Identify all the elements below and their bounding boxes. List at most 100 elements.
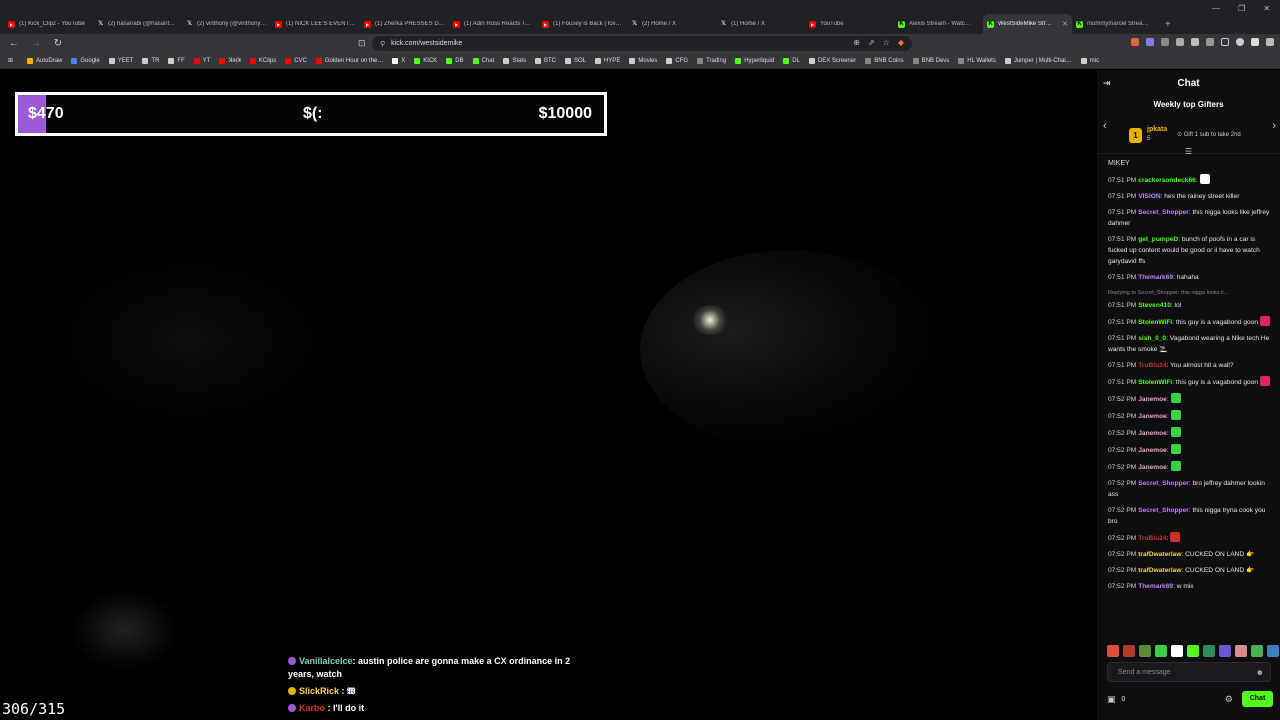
bookmark-item[interactable]: YT: [193, 57, 210, 64]
emote-icon[interactable]: [1235, 645, 1247, 657]
bookmark-item[interactable]: HL Wallets: [958, 57, 996, 64]
extension-icon[interactable]: [1191, 38, 1199, 46]
gifter-name[interactable]: jpkata: [1147, 126, 1167, 133]
extension-icon[interactable]: [1161, 38, 1169, 46]
bookmark-item[interactable]: mic: [1080, 57, 1099, 64]
close-window-icon[interactable]: ✕: [1263, 4, 1270, 13]
emote-icon[interactable]: [1155, 645, 1167, 657]
bookmark-item[interactable]: BNB Devs: [912, 57, 949, 64]
emote-icon[interactable]: [1107, 645, 1119, 657]
browser-tab[interactable]: K Alexis Stream - Watc…: [894, 14, 983, 34]
apps-icon[interactable]: ⊞: [8, 57, 13, 64]
browser-tab[interactable]: ▶ (1) Kick_Clipz - YouTube: [4, 14, 93, 34]
bookmark-item[interactable]: KICK: [414, 57, 437, 64]
collapse-chat-icon[interactable]: ⇥: [1103, 78, 1111, 89]
bookmark-item[interactable]: KClips: [249, 57, 276, 64]
bookmark-item[interactable]: Golden Hour on the…: [315, 57, 383, 64]
star-icon[interactable]: ☆: [883, 38, 890, 47]
extension-icon[interactable]: [1176, 38, 1184, 46]
message-username[interactable]: Secret_Shopper: [1138, 209, 1189, 216]
bookmark-item[interactable]: AutoDraw: [27, 57, 62, 64]
message-username[interactable]: Janemoe: [1138, 430, 1167, 437]
bookmark-item[interactable]: DL: [783, 57, 800, 64]
emote-icon[interactable]: [1123, 645, 1135, 657]
emoji-icon[interactable]: ☻: [1256, 668, 1264, 677]
reload-icon[interactable]: ↻: [50, 38, 66, 49]
share-icon[interactable]: ⇗: [868, 38, 875, 47]
browser-tab[interactable]: 𝕏 (2) Home / X: [627, 14, 716, 34]
message-username[interactable]: Themark69: [1138, 274, 1173, 281]
emote-icon[interactable]: [1139, 645, 1151, 657]
message-username[interactable]: sish_0_0: [1138, 335, 1166, 342]
browser-tab[interactable]: Kmommymarcel Strea…: [1072, 14, 1161, 34]
message-username[interactable]: TruBlu24: [1138, 535, 1166, 542]
site-info-icon[interactable]: ⚲: [380, 40, 385, 48]
close-tab-icon[interactable]: ✕: [1062, 20, 1068, 28]
bookmark-item[interactable]: Jumper | Multi-Chai…: [1004, 57, 1072, 64]
message-username[interactable]: StolenWiFi: [1138, 319, 1172, 326]
bookmark-item[interactable]: TR: [142, 57, 159, 64]
bookmark-item[interactable]: ꓘᴙᴉꓘ: [219, 57, 241, 64]
profile-icon[interactable]: [1236, 38, 1244, 46]
bookmark-item[interactable]: Hyperliquid: [735, 57, 774, 64]
bookmark-item[interactable]: CVC: [285, 57, 307, 64]
browser-tab[interactable]: ▶ (1) NICK LEE'S EVENT SC…: [271, 14, 360, 34]
browser-tab[interactable]: 𝕏 (2) hasanabi (@hasanth…: [93, 14, 182, 34]
bookmark-page-icon[interactable]: ⊡: [358, 38, 366, 49]
message-username[interactable]: Steven410: [1138, 302, 1171, 309]
message-username[interactable]: trafDwaterlaw: [1138, 567, 1181, 574]
bookmark-item[interactable]: BNB Coins: [865, 57, 904, 64]
message-username[interactable]: Janemoe: [1138, 396, 1167, 403]
message-username[interactable]: Janemoe: [1138, 447, 1167, 454]
extension-icon[interactable]: [1206, 38, 1214, 46]
new-tab-button[interactable]: +: [1165, 19, 1171, 30]
emote-icon[interactable]: [1251, 645, 1263, 657]
bookmark-item[interactable]: DEX Screener: [808, 57, 856, 64]
browser-tab[interactable]: 𝕏 (2) vinthony (@vinthony_…: [182, 14, 271, 34]
emote-icon[interactable]: [1187, 645, 1199, 657]
back-icon[interactable]: ←: [6, 38, 22, 49]
browser-tab[interactable]: ▶ (1) Fousey is Back | Ice P…: [538, 14, 627, 34]
filter-icon[interactable]: ☰: [1185, 147, 1192, 156]
browser-tab[interactable]: ▶ (1) Adin Ross Reacts To I…: [449, 14, 538, 34]
browser-tab[interactable]: 𝕏 (1) Home / X: [716, 14, 805, 34]
minimize-icon[interactable]: —: [1212, 4, 1220, 13]
zoom-icon[interactable]: ⊕: [853, 38, 860, 47]
extension-icon[interactable]: [1131, 38, 1139, 46]
chat-input[interactable]: Send a message ☻: [1107, 662, 1271, 682]
bookmark-item[interactable]: Trading: [697, 57, 726, 64]
address-bar[interactable]: ⚲ kick.com/westsidemike ⊕ ⇗ ☆ ◆: [372, 36, 912, 51]
bookmark-item[interactable]: X: [392, 57, 405, 64]
emote-icon[interactable]: [1203, 645, 1215, 657]
restore-icon[interactable]: ❐: [1238, 4, 1245, 13]
message-username[interactable]: VISION: [1138, 193, 1160, 200]
bookmark-item[interactable]: CFG: [666, 57, 688, 64]
bookmark-item[interactable]: DB: [446, 57, 464, 64]
video-player[interactable]: $470 $(: $10000 VanillaIceIce: austin po…: [0, 70, 1097, 720]
chevron-left-icon[interactable]: ‹: [1103, 120, 1107, 132]
forward-icon[interactable]: →: [28, 38, 44, 49]
browser-tab[interactable]: ▶ YouTube: [805, 14, 894, 34]
message-username[interactable]: Secret_Shopper: [1138, 507, 1189, 514]
gear-icon[interactable]: ⚙: [1225, 694, 1233, 705]
bookmark-item[interactable]: SOL: [565, 57, 586, 64]
send-chat-button[interactable]: Chat: [1242, 691, 1273, 707]
gift-tip[interactable]: ⊙ Gift 1 sub to take 2nd: [1177, 131, 1241, 138]
shield-icon[interactable]: ◆: [898, 38, 904, 47]
bookmark-item[interactable]: BTC: [535, 57, 556, 64]
bookmark-item[interactable]: Stats: [503, 57, 526, 64]
message-username[interactable]: Secret_Shopper: [1138, 480, 1189, 487]
message-username[interactable]: TruBlu24: [1138, 362, 1166, 369]
bookmark-item[interactable]: Movies: [629, 57, 657, 64]
message-username[interactable]: Janemoe: [1138, 413, 1167, 420]
emote-icon[interactable]: [1267, 645, 1279, 657]
message-username[interactable]: crackersondeck66: [1138, 177, 1196, 184]
bookmark-item[interactable]: FF: [168, 57, 185, 64]
browser-tab[interactable]: ▶ (1) Zherka PRESSES Dum…: [360, 14, 449, 34]
bookmark-item[interactable]: YEET: [108, 57, 133, 64]
message-username[interactable]: Janemoe: [1138, 464, 1167, 471]
downloads-icon[interactable]: [1251, 38, 1259, 46]
browser-tab[interactable]: K WestSideMike Str… ✕: [983, 14, 1072, 34]
bookmark-item[interactable]: Chat: [472, 57, 494, 64]
sidebar-toggle-icon[interactable]: [1221, 38, 1229, 46]
